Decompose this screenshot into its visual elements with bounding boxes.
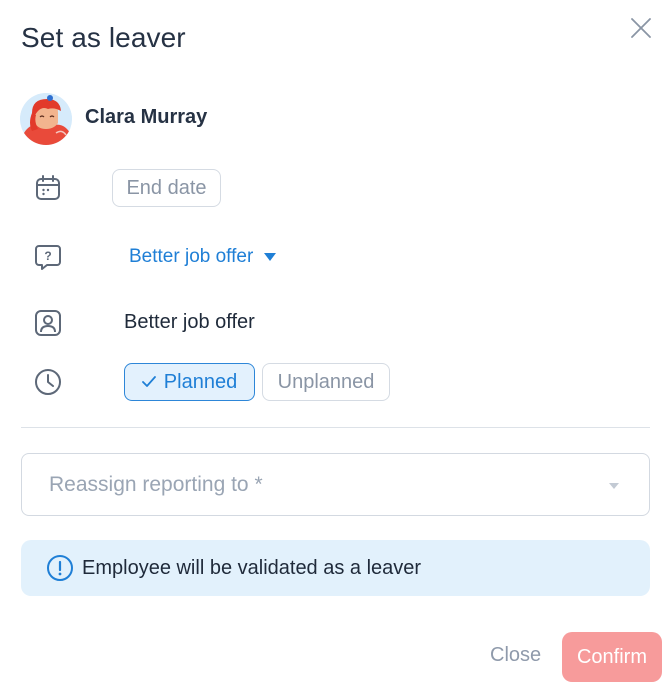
question-bubble-icon: ? bbox=[35, 245, 61, 270]
info-banner: Employee will be validated as a leaver bbox=[21, 540, 650, 596]
info-message: Employee will be validated as a leaver bbox=[82, 556, 422, 579]
avatar bbox=[20, 93, 72, 145]
leave-reason-detail: Better job offer bbox=[124, 311, 255, 333]
leave-reason-selected: Better job offer bbox=[129, 246, 254, 267]
check-icon bbox=[141, 376, 156, 387]
close-icon[interactable] bbox=[627, 14, 655, 42]
unplanned-toggle[interactable]: Unplanned bbox=[262, 363, 390, 401]
avatar-illustration-icon bbox=[20, 93, 72, 145]
info-icon bbox=[47, 555, 73, 581]
employee-name: Clara Murray bbox=[85, 106, 208, 128]
caret-down-icon bbox=[609, 483, 619, 489]
reassign-placeholder: Reassign reporting to * bbox=[49, 472, 263, 496]
close-button[interactable]: Close bbox=[490, 644, 541, 667]
reassign-reporting-select[interactable]: Reassign reporting to * bbox=[21, 453, 650, 516]
clock-icon bbox=[35, 369, 61, 395]
confirm-button[interactable]: Confirm bbox=[562, 632, 662, 682]
calendar-icon bbox=[36, 175, 60, 200]
end-date-input[interactable]: End date bbox=[112, 169, 221, 207]
dialog-title: Set as leaver bbox=[21, 22, 186, 53]
svg-text:?: ? bbox=[44, 249, 51, 263]
planned-toggle[interactable]: Planned bbox=[124, 363, 255, 401]
caret-down-icon bbox=[264, 253, 277, 261]
leave-reason-dropdown[interactable]: Better job offer bbox=[129, 246, 277, 268]
set-as-leaver-dialog: Set as leaver Clara Murray End date ? Be… bbox=[0, 0, 670, 692]
divider bbox=[21, 427, 650, 428]
planned-label: Planned bbox=[163, 370, 238, 393]
person-badge-icon bbox=[35, 310, 61, 336]
